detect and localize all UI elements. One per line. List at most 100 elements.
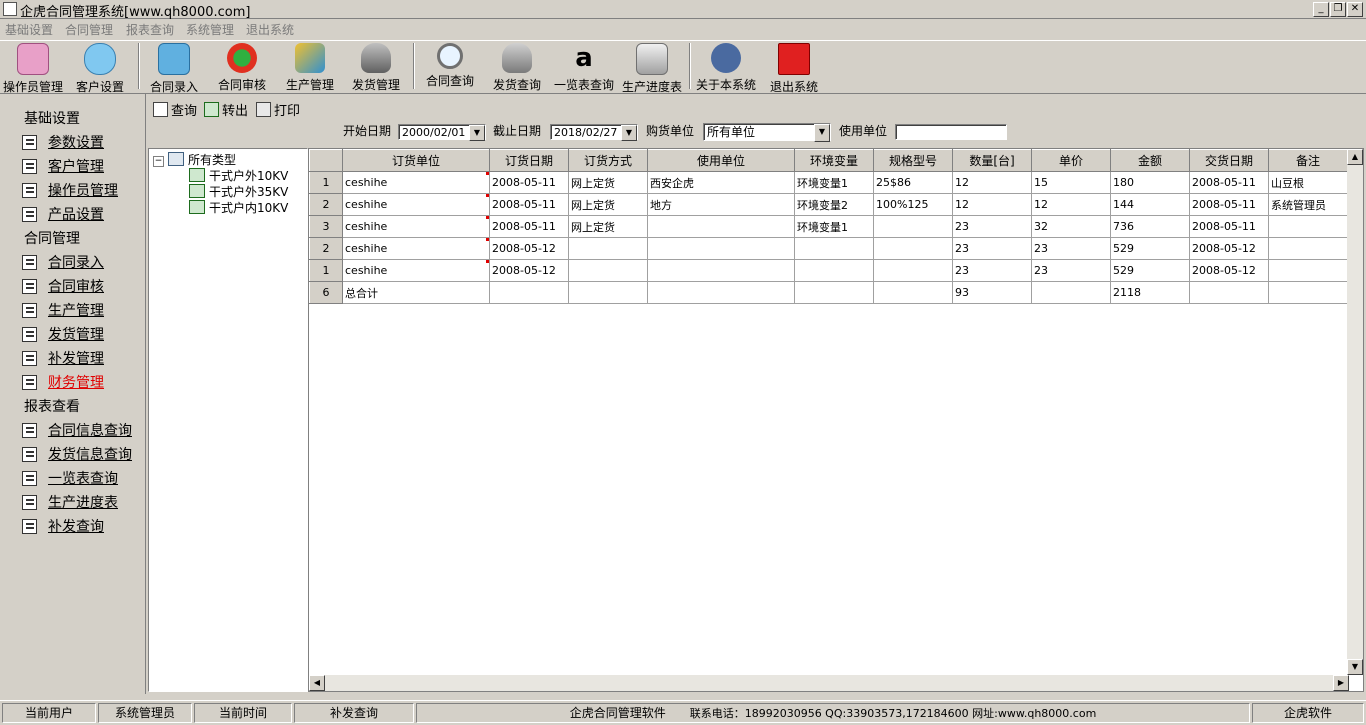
column-header[interactable]: 环境变量 [794, 149, 874, 172]
toolbar-operator-management[interactable]: 操作员管理 [2, 43, 64, 94]
table-cell[interactable]: 环境变量1 [794, 215, 874, 238]
column-header[interactable]: 规格型号 [873, 149, 953, 172]
table-cell[interactable]: 网上定货 [568, 171, 648, 194]
table-cell[interactable] [794, 281, 874, 304]
table-cell[interactable]: 2008-05-11 [1189, 171, 1269, 194]
table-cell[interactable] [489, 281, 569, 304]
table-cell[interactable]: 2118 [1110, 281, 1190, 304]
minimize-button[interactable]: _ [1313, 2, 1329, 17]
table-cell[interactable] [647, 237, 795, 260]
column-header[interactable]: 单价 [1031, 149, 1111, 172]
table-cell[interactable] [873, 281, 953, 304]
toolbar-about-system[interactable]: 关于本系统 [694, 43, 758, 92]
menu-exit-system[interactable]: 退出系统 [246, 21, 294, 38]
collapse-icon[interactable]: − [153, 156, 164, 167]
table-row[interactable]: 3 ceshihe 2008-05-11 网上定货 环境变量1 23 32 736 2008-0… [309, 215, 1348, 238]
column-header[interactable]: 备注 [1268, 149, 1348, 172]
table-cell[interactable] [1189, 281, 1269, 304]
table-cell[interactable]: 2008-05-11 [1189, 193, 1269, 216]
table-cell[interactable] [794, 237, 874, 260]
toolbar-contract-entry[interactable]: 合同录入 [146, 43, 202, 94]
table-cell[interactable]: 23 [952, 259, 1032, 282]
table-row[interactable]: 1 ceshihe 2008-05-12 23 23 529 2008-05-12 [309, 259, 1348, 282]
table-cell[interactable]: 144 [1110, 193, 1190, 216]
table-cell[interactable]: 529 [1110, 237, 1190, 260]
table-cell[interactable]: 12 [1031, 193, 1111, 216]
table-cell[interactable]: ceshihe [342, 193, 490, 216]
table-cell[interactable] [568, 237, 648, 260]
column-header[interactable]: 订货单位 [342, 149, 490, 172]
toolbar-contract-review[interactable]: 合同审核 [214, 43, 270, 92]
table-cell[interactable] [568, 259, 648, 282]
tree-root[interactable]: − 所有类型 [153, 151, 236, 168]
table-cell[interactable]: 736 [1110, 215, 1190, 238]
tree-node[interactable]: 干式户内10KV [189, 199, 288, 216]
table-cell[interactable]: 2008-05-11 [489, 215, 569, 238]
toolbar-exit-system[interactable]: 退出系统 [766, 43, 822, 94]
chevron-down-icon[interactable]: ▼ [814, 124, 830, 142]
toolbar-overview-query[interactable]: a 一览表查询 [552, 43, 616, 92]
column-header[interactable]: 交货日期 [1189, 149, 1269, 172]
export-button[interactable]: 转出 [204, 100, 248, 119]
table-cell[interactable] [1268, 215, 1348, 238]
start-date-picker[interactable]: 2000/02/01 ▼ [398, 124, 486, 141]
table-row[interactable]: 2 ceshihe 2008-05-11 网上定货 地方 环境变量2 100%125 12 12… [309, 193, 1348, 216]
chevron-down-icon[interactable]: ▼ [469, 125, 485, 141]
menu-basic-settings[interactable]: 基础设置 [5, 21, 53, 38]
table-cell[interactable]: 网上定货 [568, 215, 648, 238]
table-cell[interactable]: 2008-05-11 [1189, 215, 1269, 238]
toolbar-production-management[interactable]: 生产管理 [282, 43, 338, 92]
table-cell[interactable]: 23 [952, 237, 1032, 260]
toolbar-production-schedule[interactable]: 生产进度表 [620, 43, 684, 94]
toolbar-customer-settings[interactable]: 客户设置 [72, 43, 128, 94]
table-cell[interactable]: 180 [1110, 171, 1190, 194]
table-cell[interactable]: 15 [1031, 171, 1111, 194]
table-row[interactable]: 2 ceshihe 2008-05-12 23 23 529 2008-05-12 [309, 237, 1348, 260]
column-header[interactable]: 订货方式 [568, 149, 648, 172]
menu-system-management[interactable]: 系统管理 [186, 21, 234, 38]
restore-button[interactable]: ❐ [1330, 2, 1346, 17]
table-cell[interactable]: 地方 [647, 193, 795, 216]
buyer-select[interactable]: 所有单位 ▼ [703, 123, 831, 142]
table-cell[interactable]: 网上定货 [568, 193, 648, 216]
row-number[interactable]: 3 [309, 215, 343, 238]
table-cell[interactable]: 32 [1031, 215, 1111, 238]
column-header[interactable]: 订货日期 [489, 149, 569, 172]
table-row[interactable]: 1 ceshihe 2008-05-11 网上定货 西安企虎 环境变量1 25$86 12 15… [309, 171, 1348, 194]
row-number[interactable]: 2 [309, 193, 343, 216]
row-number[interactable]: 1 [309, 259, 343, 282]
scroll-right-icon[interactable]: ▶ [1333, 675, 1349, 691]
row-number[interactable]: 2 [309, 237, 343, 260]
table-cell[interactable]: 12 [952, 171, 1032, 194]
table-cell[interactable] [647, 281, 795, 304]
menu-report-query[interactable]: 报表查询 [126, 21, 174, 38]
table-cell[interactable] [647, 259, 795, 282]
chevron-down-icon[interactable]: ▼ [621, 125, 637, 141]
table-cell[interactable] [647, 215, 795, 238]
scroll-left-icon[interactable]: ◀ [309, 675, 325, 691]
table-cell[interactable] [1268, 237, 1348, 260]
horizontal-scrollbar[interactable]: ◀ ▶ [309, 675, 1349, 691]
vertical-scrollbar[interactable]: ▲ ▼ [1347, 149, 1363, 675]
table-cell[interactable]: 23 [1031, 237, 1111, 260]
table-cell[interactable]: 12 [952, 193, 1032, 216]
table-cell[interactable] [873, 259, 953, 282]
table-cell[interactable]: 环境变量2 [794, 193, 874, 216]
table-cell[interactable]: ceshihe [342, 215, 490, 238]
table-cell[interactable]: ceshihe [342, 259, 490, 282]
table-cell[interactable] [1268, 259, 1348, 282]
table-cell[interactable]: 2008-05-12 [1189, 259, 1269, 282]
scroll-down-icon[interactable]: ▼ [1347, 659, 1363, 675]
table-cell[interactable]: 529 [1110, 259, 1190, 282]
column-header[interactable]: 金额 [1110, 149, 1190, 172]
table-cell[interactable]: 环境变量1 [794, 171, 874, 194]
table-cell[interactable]: 2008-05-12 [489, 237, 569, 260]
row-number[interactable]: 6 [309, 281, 343, 304]
print-button[interactable]: 打印 [256, 100, 300, 119]
table-cell[interactable]: 23 [1031, 259, 1111, 282]
table-cell[interactable]: 2008-05-12 [489, 259, 569, 282]
table-cell[interactable]: 西安企虎 [647, 171, 795, 194]
table-cell[interactable] [873, 237, 953, 260]
end-date-picker[interactable]: 2018/02/27 ▼ [550, 124, 638, 141]
table-cell[interactable]: 系统管理员 [1268, 193, 1348, 216]
